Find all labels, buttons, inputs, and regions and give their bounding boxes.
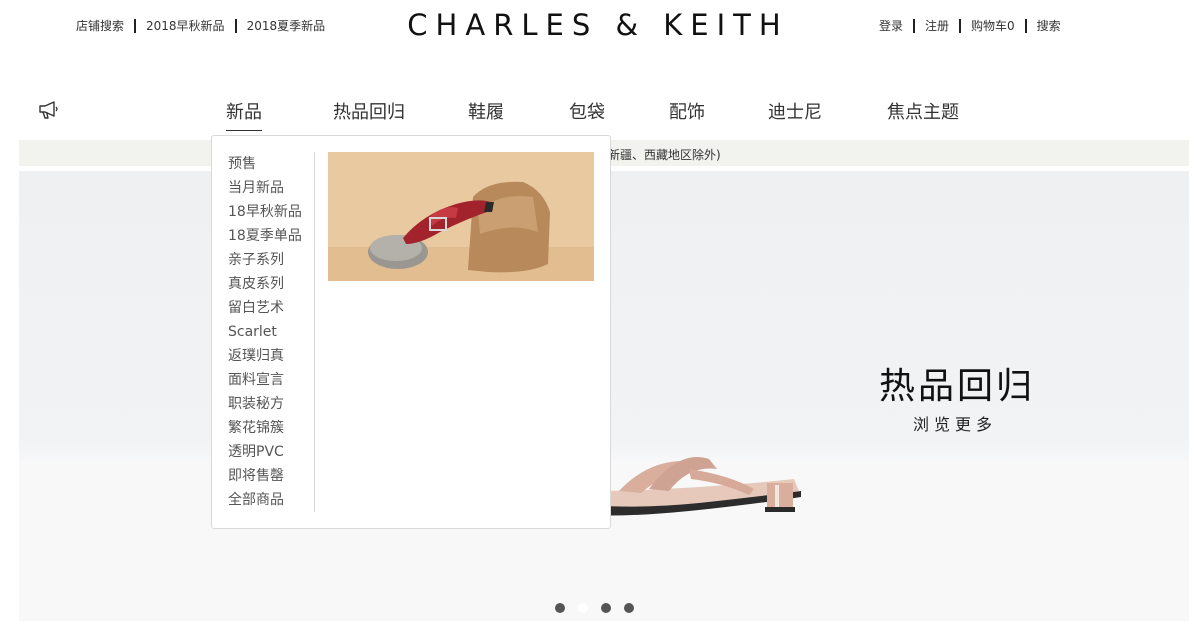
nav-featured[interactable]: 焦点主题 <box>887 98 959 130</box>
nav-accessories[interactable]: 配饰 <box>669 98 705 130</box>
menu-item-family[interactable]: 亲子系列 <box>228 251 302 275</box>
nav-new-arrivals[interactable]: 新品 <box>226 98 262 131</box>
carousel-dot-active[interactable] <box>578 603 588 613</box>
new-arrivals-dropdown: 预售 当月新品 18早秋新品 18夏季单品 亲子系列 真皮系列 留白艺术 Sca… <box>211 135 611 529</box>
menu-item-blank-art[interactable]: 留白艺术 <box>228 299 302 323</box>
nav-disney[interactable]: 迪士尼 <box>768 98 822 130</box>
menu-item-floral[interactable]: 繁花锦簇 <box>228 419 302 443</box>
register-link[interactable]: 注册 <box>925 17 949 34</box>
divider <box>959 18 962 33</box>
cart-link[interactable]: 购物车0 <box>971 17 1015 34</box>
menu-item-18-early-autumn[interactable]: 18早秋新品 <box>228 203 302 227</box>
menu-item-leather[interactable]: 真皮系列 <box>228 275 302 299</box>
menu-item-scarlet[interactable]: Scarlet <box>228 323 302 347</box>
shipping-notice-text: 新疆、西藏地区除外) <box>608 148 721 162</box>
menu-item-all-products[interactable]: 全部商品 <box>228 491 302 515</box>
menu-item-this-month[interactable]: 当月新品 <box>228 179 302 203</box>
menu-item-back-to-basics[interactable]: 返璞归真 <box>228 347 302 371</box>
menu-item-presale[interactable]: 预售 <box>228 155 302 179</box>
carousel-indicators <box>555 603 647 613</box>
divider <box>1024 18 1027 33</box>
sandal-image <box>589 457 801 516</box>
login-link[interactable]: 登录 <box>879 17 903 34</box>
hero-browse-more-link[interactable]: 浏览更多 <box>913 411 997 435</box>
nav-bags[interactable]: 包袋 <box>569 98 605 130</box>
carousel-dot[interactable] <box>555 603 565 613</box>
search-link[interactable]: 搜索 <box>1037 17 1061 34</box>
main-nav: 新品 热品回归 鞋履 包袋 配饰 迪士尼 焦点主题 <box>0 98 1196 131</box>
menu-item-pvc[interactable]: 透明PVC <box>228 443 302 467</box>
hero-title[interactable]: 热品回归 <box>879 357 1035 409</box>
promo-image[interactable] <box>328 152 594 281</box>
carousel-dot[interactable] <box>624 603 634 613</box>
top-bar: 店铺搜索 2018早秋新品 2018夏季新品 CHARLES & KEITH 登… <box>0 0 1196 56</box>
divider <box>913 18 916 33</box>
dropdown-menu-list: 预售 当月新品 18早秋新品 18夏季单品 亲子系列 真皮系列 留白艺术 Sca… <box>228 155 302 515</box>
menu-item-workwear[interactable]: 职装秘方 <box>228 395 302 419</box>
nav-hot-return[interactable]: 热品回归 <box>333 98 405 130</box>
utility-links-right: 登录 注册 购物车0 搜索 <box>879 17 1061 34</box>
carousel-dot[interactable] <box>601 603 611 613</box>
nav-shoes[interactable]: 鞋履 <box>468 98 504 130</box>
menu-item-18-summer[interactable]: 18夏季单品 <box>228 227 302 251</box>
dropdown-divider <box>314 152 315 512</box>
menu-item-selling-out[interactable]: 即将售罄 <box>228 467 302 491</box>
menu-item-fabric[interactable]: 面料宣言 <box>228 371 302 395</box>
